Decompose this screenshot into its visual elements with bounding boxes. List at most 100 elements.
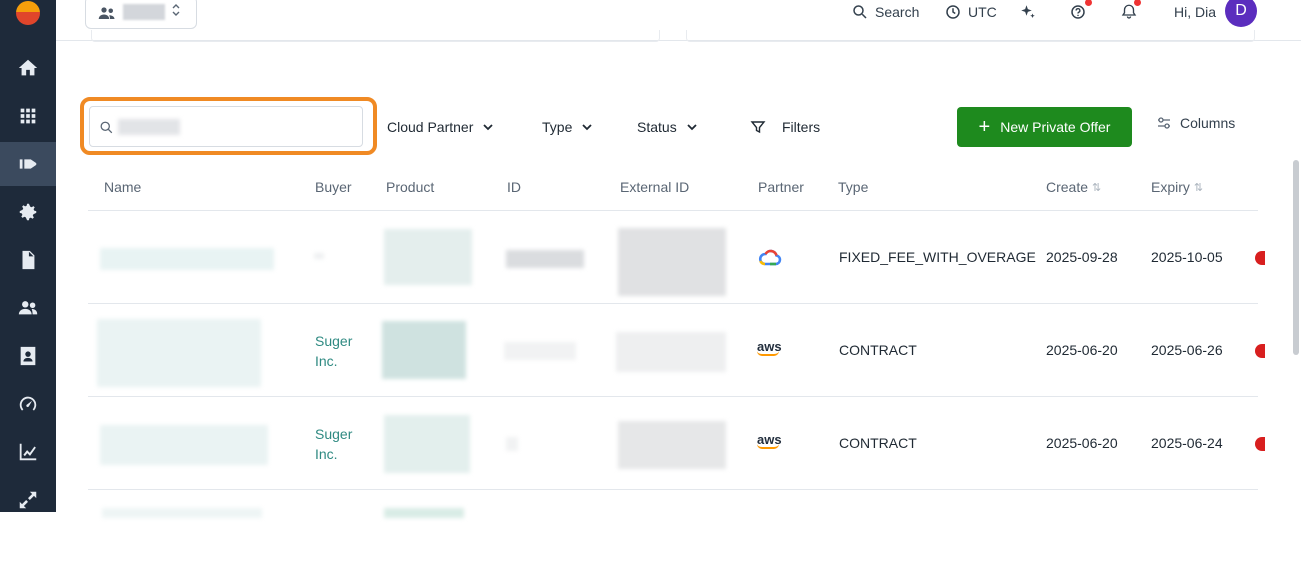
offer-search-box[interactable] bbox=[89, 106, 363, 147]
global-search-button[interactable]: Search bbox=[851, 2, 919, 22]
users-icon[interactable] bbox=[0, 286, 56, 330]
status-filter[interactable]: Status bbox=[637, 115, 699, 139]
product-redacted[interactable] bbox=[382, 321, 466, 379]
table-row[interactable] bbox=[88, 490, 1258, 583]
offer-name-redacted[interactable] bbox=[102, 508, 262, 518]
table-row[interactable]: Suger Inc. aws CONTRACT 2025-06-20 2025-0… bbox=[88, 304, 1265, 397]
contacts-book-icon[interactable] bbox=[0, 334, 56, 378]
panel-edge-right bbox=[686, 30, 1255, 42]
columns-label: Columns bbox=[1180, 115, 1236, 131]
product-redacted[interactable] bbox=[384, 415, 470, 473]
column-header-id[interactable]: ID bbox=[507, 179, 521, 195]
offer-name-redacted[interactable] bbox=[100, 425, 268, 465]
analytics-chart-icon[interactable] bbox=[0, 430, 56, 474]
column-header-buyer[interactable]: Buyer bbox=[315, 179, 352, 195]
product-redacted[interactable] bbox=[384, 508, 464, 518]
external-id-redacted bbox=[618, 228, 726, 296]
filters-label: Filters bbox=[782, 119, 821, 135]
chevron-down-icon bbox=[687, 124, 697, 131]
chevron-down-icon bbox=[483, 124, 494, 131]
sparkles-icon bbox=[1021, 5, 1035, 18]
product-redacted[interactable] bbox=[384, 229, 472, 285]
offer-type: CONTRACT bbox=[839, 435, 917, 451]
column-header-type[interactable]: Type bbox=[838, 179, 868, 195]
avatar[interactable]: D bbox=[1225, 0, 1257, 27]
ai-assistant-button[interactable] bbox=[1019, 2, 1037, 22]
offer-type: CONTRACT bbox=[839, 342, 917, 358]
chevron-down-icon bbox=[582, 124, 592, 131]
team-icon bbox=[98, 7, 115, 19]
cloud-partner-filter[interactable]: Cloud Partner bbox=[387, 115, 495, 139]
speedometer-icon[interactable] bbox=[0, 382, 56, 426]
column-header-external-id[interactable]: External ID bbox=[620, 179, 689, 195]
organization-name-redacted bbox=[123, 4, 165, 20]
user-greeting[interactable]: Hi, Dia bbox=[1174, 2, 1216, 22]
aws-icon: aws bbox=[757, 432, 782, 449]
id-redacted bbox=[506, 250, 584, 268]
vertical-scrollbar[interactable] bbox=[1293, 160, 1299, 355]
help-notification-dot bbox=[1085, 0, 1092, 6]
offer-name-redacted[interactable] bbox=[100, 248, 274, 270]
document-icon[interactable] bbox=[0, 238, 56, 282]
new-private-offer-button[interactable]: + New Private Offer bbox=[957, 107, 1132, 147]
notifications-dot bbox=[1134, 0, 1141, 6]
apps-grid-icon[interactable] bbox=[0, 94, 56, 138]
integrations-icon[interactable] bbox=[0, 478, 56, 522]
aws-icon: aws bbox=[757, 339, 782, 356]
timezone-button[interactable]: UTC bbox=[944, 2, 997, 22]
home-icon[interactable] bbox=[0, 46, 56, 90]
status-indicator bbox=[1255, 251, 1265, 265]
columns-button[interactable]: Columns bbox=[1156, 115, 1235, 131]
table-header: Name Buyer Product ID External ID Partne… bbox=[88, 164, 1258, 211]
buyer-redacted bbox=[314, 253, 324, 259]
sort-arrows-icon: ⇅ bbox=[1092, 181, 1102, 194]
status-indicator bbox=[1255, 437, 1265, 451]
settings-gear-icon[interactable] bbox=[0, 190, 56, 234]
offer-type: FIXED_FEE_WITH_OVERAGE bbox=[839, 249, 1036, 265]
table-row[interactable]: FIXED_FEE_WITH_OVERAGE 2025-09-28 2025-1… bbox=[88, 211, 1265, 304]
sort-arrows-icon: ⇅ bbox=[1193, 181, 1204, 194]
new-offer-label: New Private Offer bbox=[1000, 119, 1111, 135]
google-cloud-icon bbox=[758, 249, 782, 266]
column-header-name[interactable]: Name bbox=[104, 179, 141, 195]
column-header-product[interactable]: Product bbox=[386, 179, 434, 195]
search-icon bbox=[100, 121, 113, 134]
filters-button[interactable]: Filters bbox=[750, 115, 820, 139]
chevron-up-down-icon bbox=[172, 4, 180, 16]
column-header-expiry[interactable]: Expiry ⇅ bbox=[1151, 179, 1203, 195]
help-button[interactable] bbox=[1069, 2, 1087, 22]
status-indicator bbox=[1255, 344, 1265, 358]
create-date: 2025-06-20 bbox=[1046, 342, 1118, 358]
status-label: Status bbox=[637, 119, 677, 135]
help-circle-icon bbox=[1071, 5, 1085, 19]
funnel-icon bbox=[750, 121, 766, 134]
panel-edge-left bbox=[91, 30, 660, 42]
timezone-label: UTC bbox=[968, 4, 997, 20]
column-header-partner[interactable]: Partner bbox=[758, 179, 804, 195]
search-label: Search bbox=[875, 4, 920, 20]
plus-icon: + bbox=[978, 116, 991, 138]
organization-selector[interactable] bbox=[85, 0, 197, 29]
greeting-text: Hi, Dia bbox=[1174, 4, 1217, 20]
expiry-date: 2025-10-05 bbox=[1151, 249, 1223, 265]
offer-name-redacted[interactable] bbox=[97, 319, 261, 387]
buyer-link[interactable]: Suger Inc. bbox=[315, 331, 352, 371]
external-id-redacted bbox=[618, 421, 726, 469]
search-icon bbox=[853, 5, 867, 19]
search-input[interactable] bbox=[118, 115, 348, 139]
type-label: Type bbox=[542, 119, 573, 135]
type-filter[interactable]: Type bbox=[542, 115, 594, 139]
external-id-redacted bbox=[616, 332, 726, 372]
create-date: 2025-06-20 bbox=[1046, 435, 1118, 451]
sliders-icon bbox=[1158, 117, 1170, 129]
column-header-create[interactable]: Create ⇅ bbox=[1046, 179, 1101, 195]
expiry-date: 2025-06-24 bbox=[1151, 435, 1223, 451]
id-redacted bbox=[504, 342, 576, 360]
app-logo[interactable] bbox=[16, 1, 40, 25]
private-offers-icon[interactable] bbox=[0, 142, 56, 186]
expiry-date: 2025-06-26 bbox=[1151, 342, 1223, 358]
buyer-link[interactable]: Suger Inc. bbox=[315, 424, 352, 464]
sidebar bbox=[0, 0, 56, 512]
id-redacted bbox=[506, 437, 518, 451]
table-row[interactable]: Suger Inc. aws CONTRACT 2025-06-20 2025-0… bbox=[88, 397, 1265, 490]
